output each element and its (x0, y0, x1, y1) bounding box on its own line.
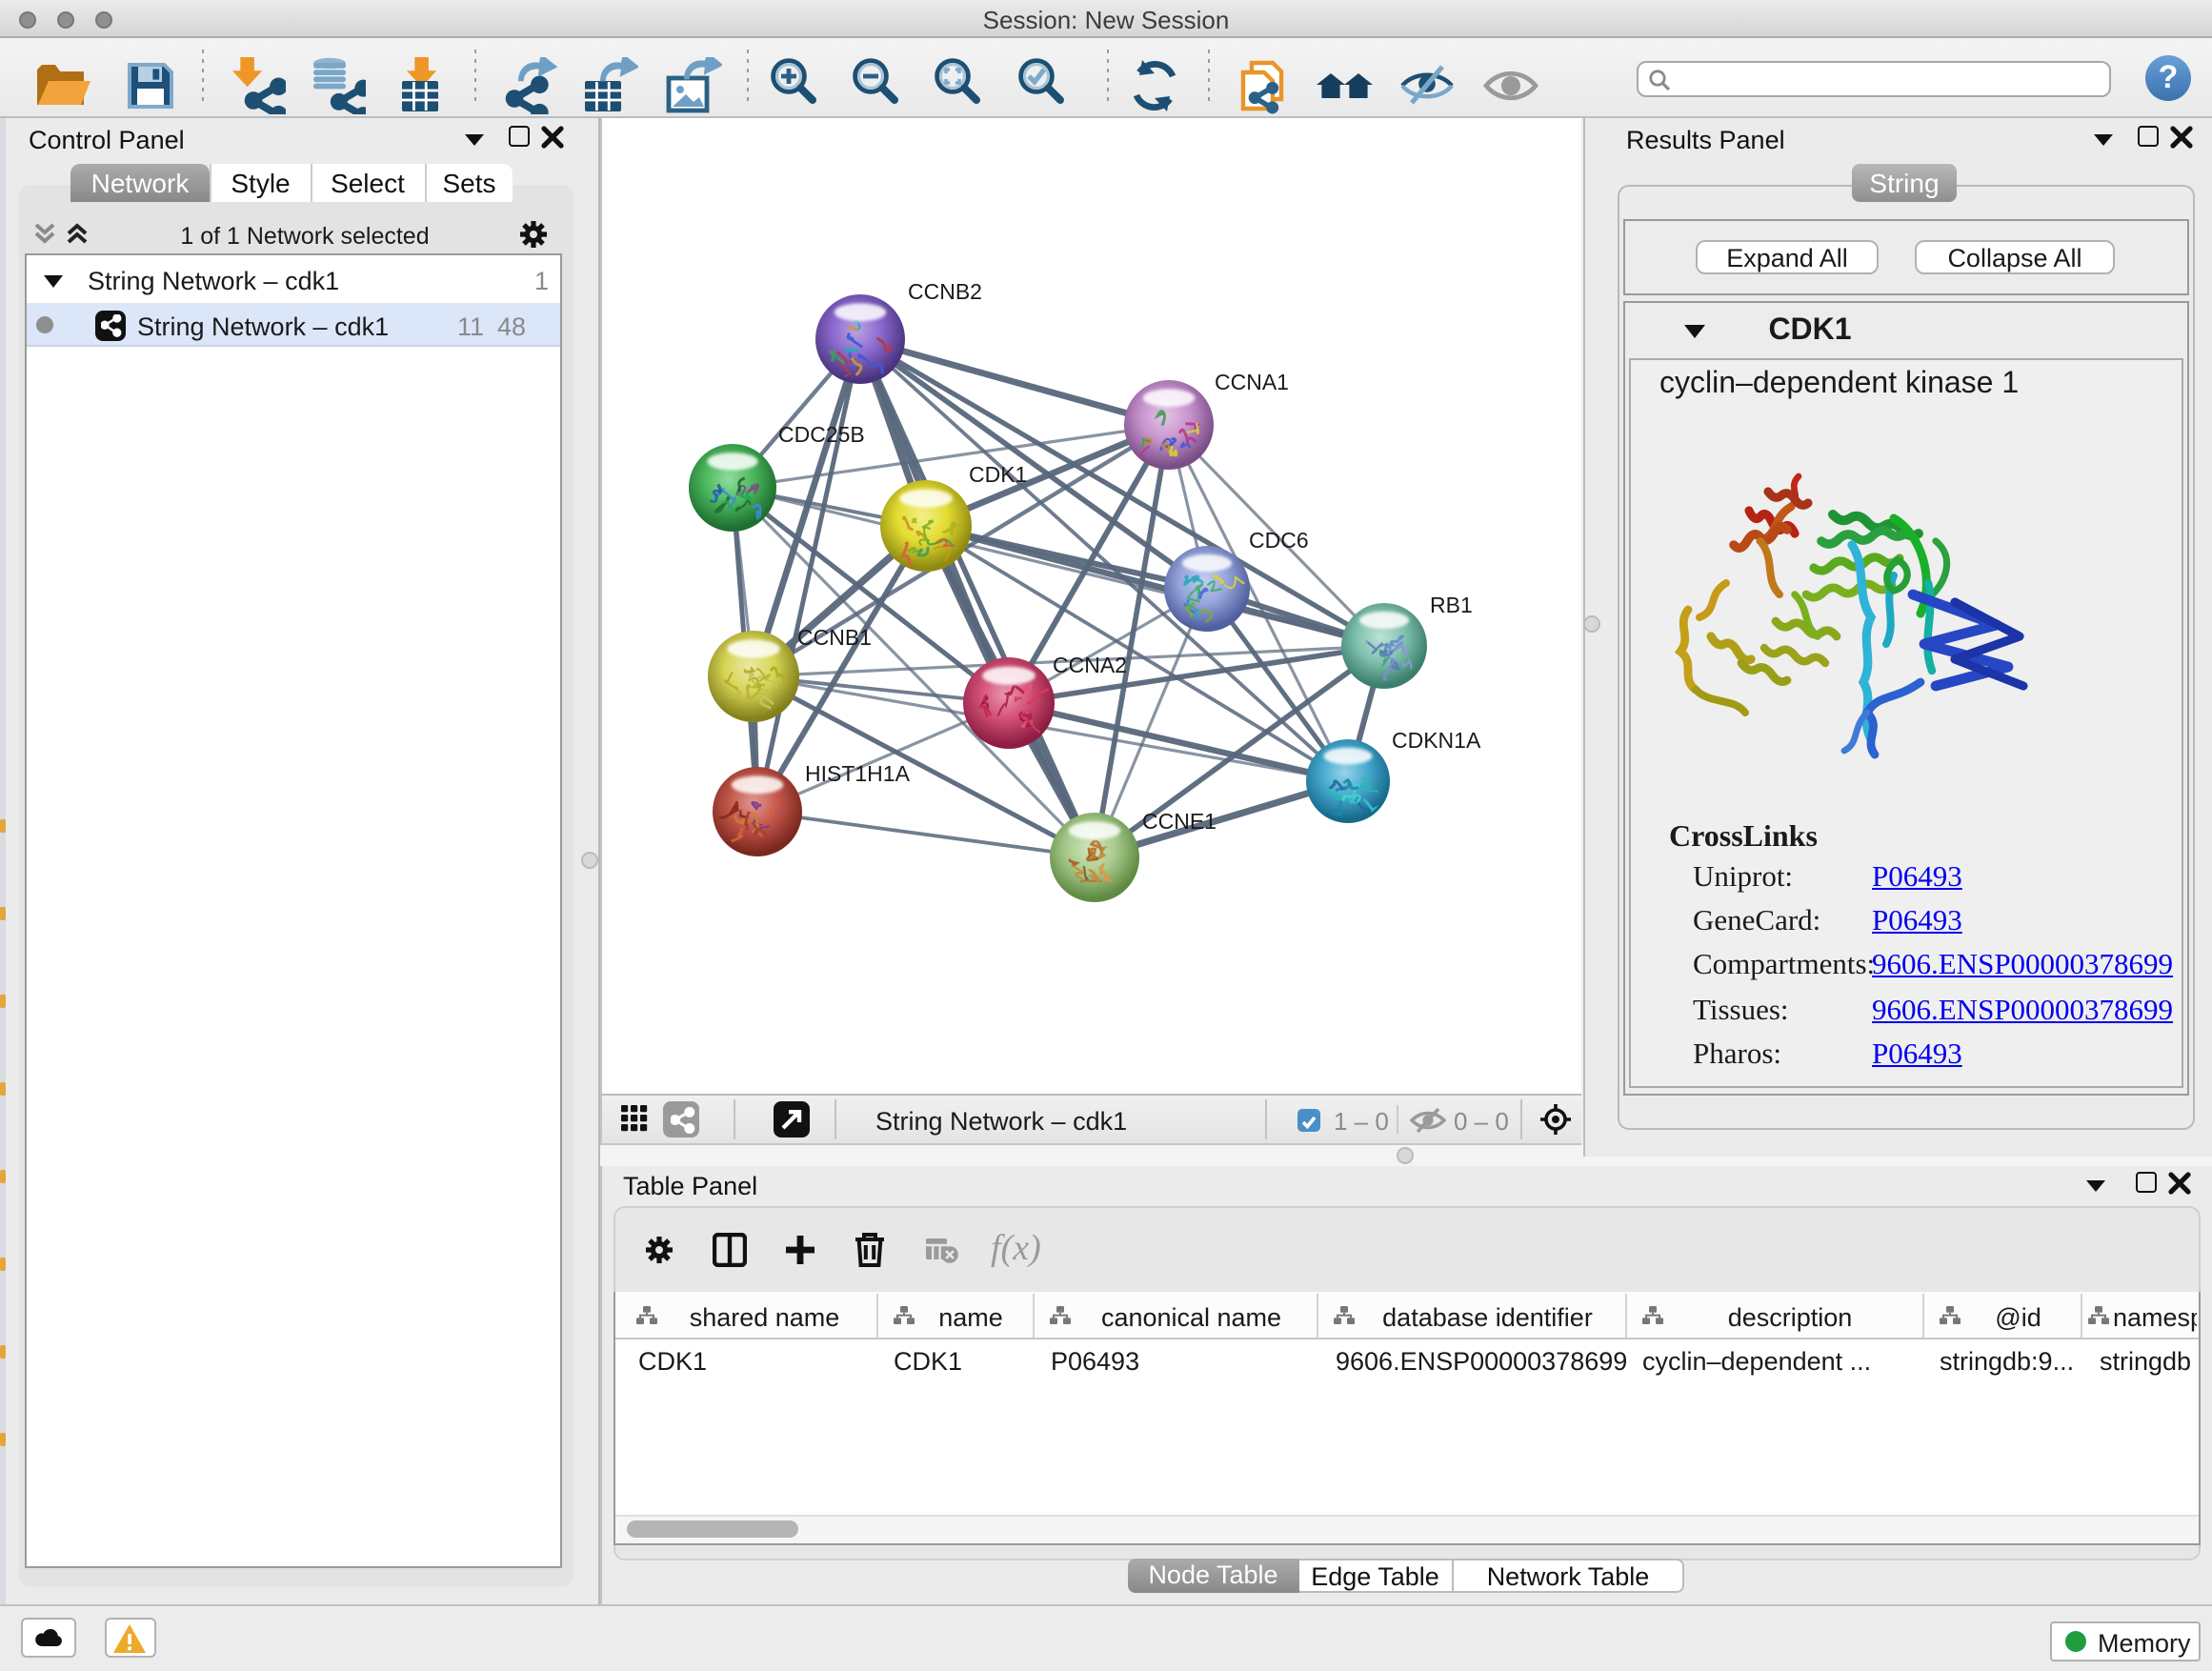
svg-text:CDC6: CDC6 (1249, 528, 1309, 553)
svg-text:CDC25B: CDC25B (778, 422, 865, 447)
svg-text:CDKN1A: CDKN1A (1392, 728, 1481, 753)
svg-text:CCNE1: CCNE1 (1142, 809, 1217, 834)
svg-text:CCNA1: CCNA1 (1215, 370, 1289, 394)
svg-text:HIST1H1A: HIST1H1A (805, 761, 911, 786)
svg-text:CCNA2: CCNA2 (1053, 653, 1127, 677)
svg-text:RB1: RB1 (1430, 593, 1473, 617)
svg-text:CCNB2: CCNB2 (908, 279, 982, 304)
svg-text:CDK1: CDK1 (969, 462, 1027, 487)
svg-text:CCNB1: CCNB1 (797, 625, 872, 650)
